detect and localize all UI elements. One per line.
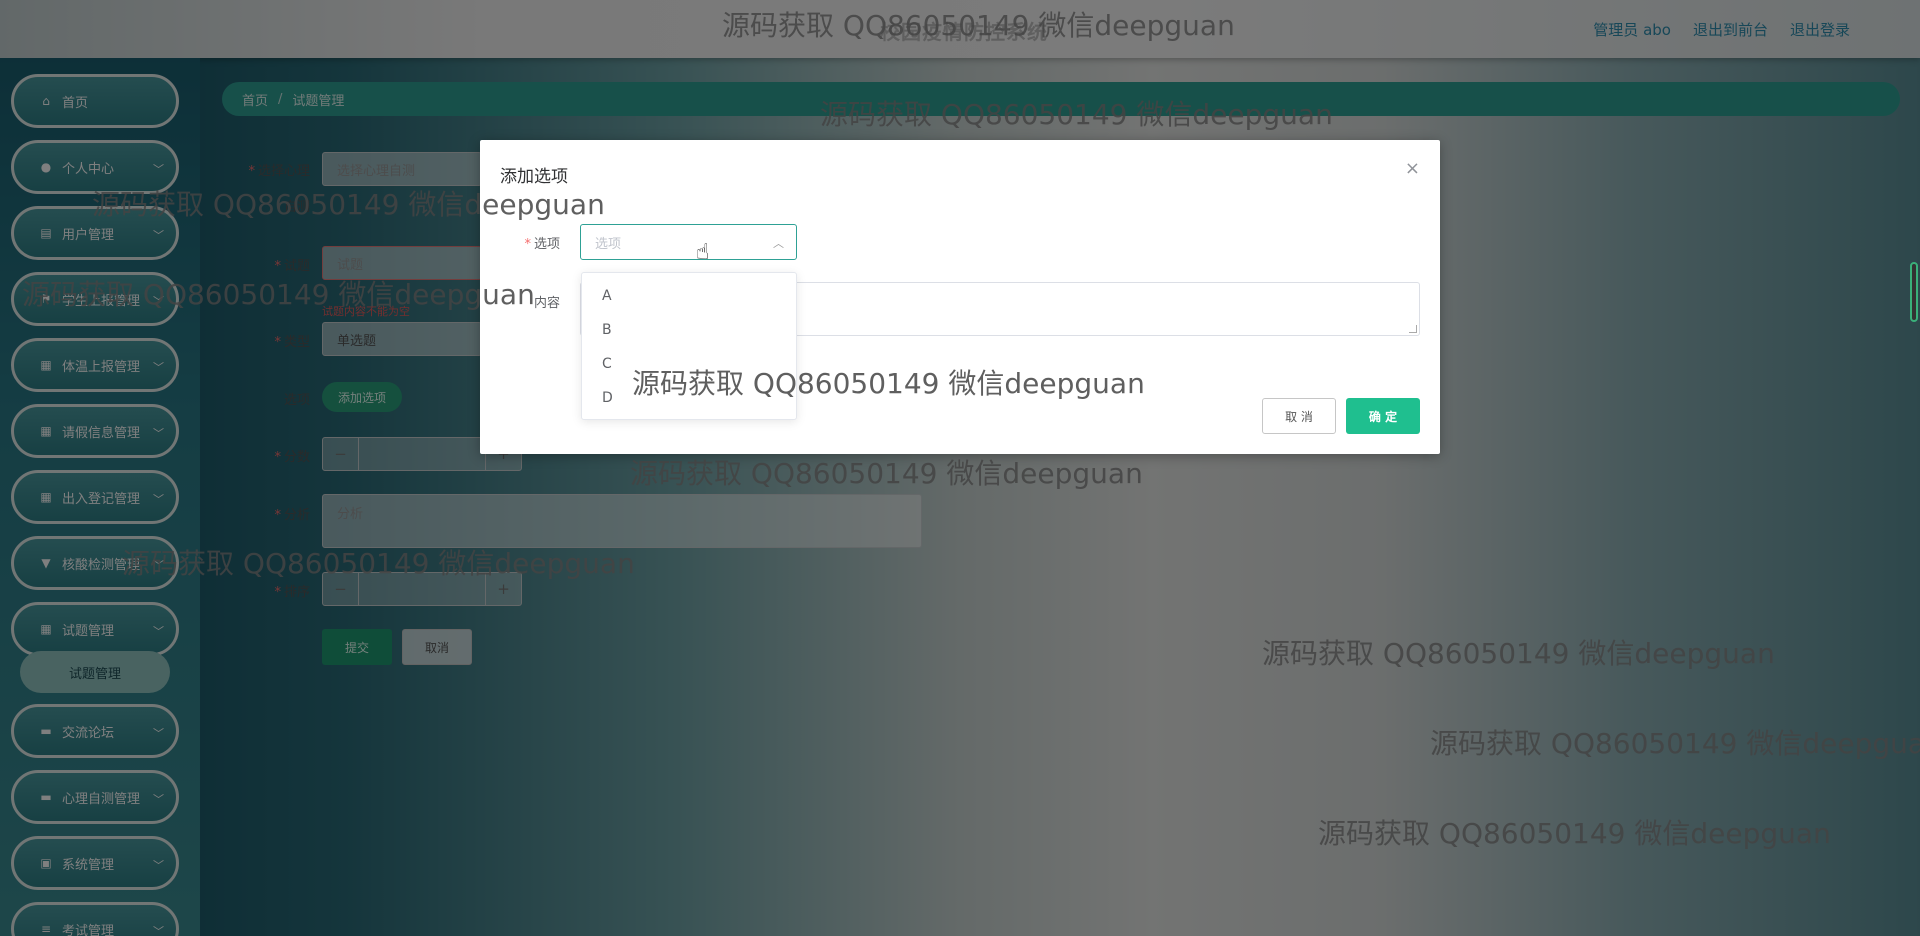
- dialog-title: 添加选项: [500, 167, 568, 187]
- chevron-up-icon: ︿: [773, 237, 784, 250]
- dropdown-option-a[interactable]: A: [582, 279, 796, 313]
- option-label: * 选项: [524, 237, 560, 252]
- dialog-confirm-button[interactable]: 确 定: [1346, 398, 1420, 434]
- option-placeholder: 选项: [595, 236, 622, 252]
- dropdown-option-b[interactable]: B: [582, 313, 796, 347]
- option-select[interactable]: 选项 ︿: [580, 224, 797, 260]
- hand-cursor-icon: ☝: [696, 240, 710, 265]
- close-icon[interactable]: ×: [1405, 158, 1420, 179]
- resize-handle-icon[interactable]: [1409, 325, 1417, 333]
- option-dropdown: A B C D: [581, 272, 797, 420]
- dropdown-option-c[interactable]: C: [582, 347, 796, 381]
- dialog-cancel-button[interactable]: 取 消: [1262, 398, 1336, 434]
- dropdown-option-d[interactable]: D: [582, 381, 796, 415]
- content-label: 内容: [533, 296, 560, 311]
- page-scrollbar[interactable]: [1910, 262, 1918, 322]
